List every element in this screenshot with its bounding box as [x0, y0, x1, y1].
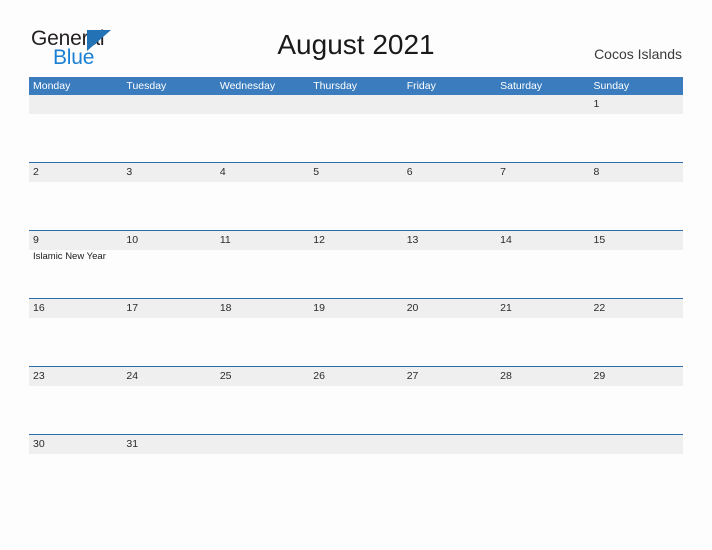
day-cell[interactable]: 22 [590, 299, 683, 366]
day-cell[interactable]: 28 [496, 367, 589, 434]
day-number: 22 [593, 302, 606, 314]
day-of-week-saturday: Saturday [500, 80, 543, 92]
day-number: 17 [126, 302, 139, 314]
day-number: 10 [126, 234, 139, 246]
day-number: 6 [406, 166, 413, 178]
day-of-week-friday: Friday [406, 80, 436, 92]
day-number: 12 [313, 234, 325, 246]
day-cell[interactable]: 27 [403, 367, 496, 434]
day-cell[interactable] [309, 95, 402, 162]
week-row: 2 3 4 5 6 7 8 [29, 162, 683, 230]
day-cell[interactable]: 15 [590, 231, 683, 298]
day-number: 30 [33, 438, 45, 450]
day-number: 25 [219, 370, 232, 382]
day-number: 26 [313, 370, 325, 382]
day-cell[interactable]: 24 [122, 367, 215, 434]
day-cell[interactable]: 7 [496, 163, 589, 230]
day-number: 3 [126, 166, 133, 178]
day-cell[interactable] [496, 95, 589, 162]
day-number: 18 [219, 302, 232, 314]
day-number: 5 [313, 166, 320, 178]
week-row: 23 24 25 26 27 28 29 [29, 366, 683, 434]
day-number: 9 [33, 234, 39, 246]
day-number: 28 [500, 370, 512, 382]
day-cell[interactable]: 14 [496, 231, 589, 298]
day-number: 31 [126, 438, 139, 450]
day-of-week-monday: Monday [33, 80, 71, 92]
day-number: 27 [406, 370, 419, 382]
day-number: 23 [33, 370, 45, 382]
day-cell[interactable]: 18 [216, 299, 309, 366]
day-number: 16 [33, 302, 45, 314]
day-of-week-thursday: Thursday [313, 80, 358, 92]
week-row: 1 [29, 95, 683, 162]
day-cell[interactable]: 12 [309, 231, 402, 298]
day-number: 7 [500, 166, 506, 178]
week-cells: 9 Islamic New Year 10 11 12 13 14 15 [29, 231, 683, 298]
day-cell[interactable]: 17 [122, 299, 215, 366]
day-cell[interactable]: 25 [216, 367, 309, 434]
day-cell[interactable] [590, 435, 683, 502]
day-cell[interactable]: 9 Islamic New Year [29, 231, 122, 298]
week-cells: 30 31 [29, 435, 683, 502]
week-cells: 2 3 4 5 6 7 8 [29, 163, 683, 230]
day-number: 13 [406, 234, 419, 246]
day-number: 1 [593, 98, 600, 110]
day-of-week-header-row: Monday Tuesday Wednesday Thursday Friday… [29, 77, 683, 95]
day-number: 24 [126, 370, 139, 382]
day-cell[interactable] [309, 435, 402, 502]
week-row: 16 17 18 19 20 21 22 [29, 298, 683, 366]
day-cell[interactable]: 16 [29, 299, 122, 366]
day-cell[interactable]: 13 [403, 231, 496, 298]
day-cell[interactable] [403, 95, 496, 162]
day-cell[interactable] [29, 95, 122, 162]
day-number: 2 [33, 166, 39, 178]
day-cell[interactable]: 20 [403, 299, 496, 366]
day-cell[interactable]: 21 [496, 299, 589, 366]
day-cell[interactable]: 29 [590, 367, 683, 434]
day-of-week-sunday: Sunday [593, 80, 630, 92]
day-number: 15 [593, 234, 606, 246]
week-cells: 16 17 18 19 20 21 22 [29, 299, 683, 366]
calendar-page: General Blue August 2021 Cocos Islands M… [0, 0, 712, 550]
day-cell[interactable] [403, 435, 496, 502]
day-cell[interactable]: 31 [122, 435, 215, 502]
calendar-grid: Monday Tuesday Wednesday Thursday Friday… [29, 77, 683, 502]
day-cell[interactable]: 11 [216, 231, 309, 298]
day-cell[interactable]: 19 [309, 299, 402, 366]
day-cell[interactable]: 4 [216, 163, 309, 230]
week-row: 30 31 [29, 434, 683, 502]
day-cell[interactable] [216, 95, 309, 162]
day-number: 20 [406, 302, 419, 314]
day-cell[interactable] [496, 435, 589, 502]
day-cell[interactable]: 23 [29, 367, 122, 434]
day-number: 4 [219, 166, 226, 178]
day-number: 14 [500, 234, 512, 246]
day-number: 19 [313, 302, 325, 314]
day-cell[interactable]: 3 [122, 163, 215, 230]
day-cell[interactable] [122, 95, 215, 162]
day-number: 21 [500, 302, 512, 314]
day-of-week-tuesday: Tuesday [126, 80, 167, 92]
day-cell[interactable]: 26 [309, 367, 402, 434]
day-cell[interactable]: 5 [309, 163, 402, 230]
page-header: General Blue August 2021 Cocos Islands [0, 0, 712, 76]
day-cell[interactable]: 10 [122, 231, 215, 298]
day-cell[interactable]: 2 [29, 163, 122, 230]
day-cell[interactable]: 1 [590, 95, 683, 162]
day-number: 11 [219, 234, 231, 246]
day-cell[interactable] [216, 435, 309, 502]
region-label: Cocos Islands [594, 46, 682, 62]
week-cells: 1 [29, 95, 683, 162]
week-cells: 23 24 25 26 27 28 29 [29, 367, 683, 434]
day-number: 8 [593, 166, 600, 178]
day-cell[interactable]: 30 [29, 435, 122, 502]
week-row: 9 Islamic New Year 10 11 12 13 14 15 [29, 230, 683, 298]
day-of-week-wednesday: Wednesday [219, 80, 276, 92]
day-cell[interactable]: 8 [590, 163, 683, 230]
day-cell[interactable]: 6 [403, 163, 496, 230]
day-number: 29 [593, 370, 606, 382]
